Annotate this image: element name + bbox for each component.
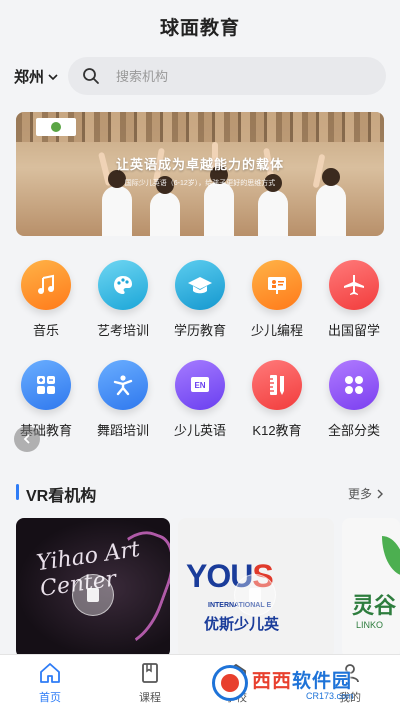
banner-subline: 国际少儿英语（6-12岁），给孩子更好的思维方式 bbox=[124, 180, 276, 187]
promo-banner[interactable]: 让英语成为卓越能力的载体 国际少儿英语（6-12岁），给孩子更好的思维方式 bbox=[16, 112, 384, 236]
presentation-board-icon bbox=[252, 260, 302, 310]
site-watermark: 西西软件园 CR173.com bbox=[212, 660, 384, 706]
category-label: 出国留学 bbox=[327, 323, 380, 338]
category-music[interactable]: 音乐 bbox=[7, 260, 85, 339]
card-brand: 灵谷 bbox=[352, 593, 397, 618]
search-row: 郑州 bbox=[0, 56, 400, 98]
section-title: VR看机构 bbox=[26, 488, 97, 505]
category-kids-english[interactable]: EN 少儿英语 bbox=[161, 360, 239, 439]
dancer-icon bbox=[98, 360, 148, 410]
ruler-pen-icon bbox=[252, 360, 302, 410]
watermark-url: CR173.com bbox=[306, 690, 354, 701]
category-label: 少儿编程 bbox=[250, 323, 303, 338]
leaf-logo bbox=[382, 536, 400, 576]
en-book-icon: EN bbox=[175, 360, 225, 410]
category-label: K12教育 bbox=[252, 423, 302, 438]
card-cn-name: 优斯少儿英 bbox=[204, 616, 280, 633]
category-label: 音乐 bbox=[32, 323, 59, 338]
vr-card[interactable]: Yihao Art Center bbox=[16, 518, 170, 658]
banner-kid bbox=[150, 176, 180, 236]
tab-label: 课程 bbox=[139, 692, 161, 704]
category-dance-training[interactable]: 舞蹈培训 bbox=[84, 360, 162, 439]
tab-home[interactable]: 首页 bbox=[10, 661, 90, 705]
category-all[interactable]: 全部分类 bbox=[315, 360, 393, 439]
book-icon bbox=[142, 663, 158, 683]
vr-card[interactable]: YOUS INTERNATIONAL E 优斯少儿英 bbox=[178, 518, 334, 658]
category-degree-education[interactable]: 学历教育 bbox=[161, 260, 239, 339]
page-title: 球面教育 bbox=[159, 17, 240, 39]
palette-icon bbox=[98, 260, 148, 310]
category-label: 少儿英语 bbox=[173, 423, 226, 438]
banner-kid bbox=[258, 174, 288, 236]
more-label: 更多 bbox=[347, 487, 372, 501]
category-art-exam[interactable]: 艺考培训 bbox=[84, 260, 162, 339]
tab-label: 首页 bbox=[39, 692, 61, 704]
home-icon bbox=[40, 663, 60, 683]
category-k12[interactable]: K12教育 bbox=[238, 360, 316, 439]
play-icon[interactable] bbox=[234, 574, 276, 616]
vr-section-header: VR看机构 更多 bbox=[0, 480, 400, 506]
banner-logo bbox=[36, 118, 76, 136]
search-icon bbox=[83, 68, 99, 84]
calculator-icon bbox=[21, 360, 71, 410]
watermark-text: 西西软件园 CR173.com bbox=[252, 666, 354, 701]
category-kids-coding[interactable]: 少儿编程 bbox=[238, 260, 316, 339]
chevron-right-icon bbox=[377, 489, 383, 498]
chevron-left-icon bbox=[23, 434, 30, 444]
airplane-icon bbox=[329, 260, 379, 310]
vr-card[interactable]: 灵谷 LINKO bbox=[342, 518, 400, 658]
tab-courses[interactable]: 课程 bbox=[110, 661, 190, 705]
category-label: 全部分类 bbox=[327, 423, 380, 438]
category-label: 艺考培训 bbox=[96, 323, 149, 338]
category-label: 学历教育 bbox=[173, 323, 226, 338]
banner-headline: 让英语成为卓越能力的载体 bbox=[115, 157, 284, 172]
category-study-abroad[interactable]: 出国留学 bbox=[315, 260, 393, 339]
music-note-icon bbox=[21, 260, 71, 310]
svg-text:EN: EN bbox=[194, 381, 205, 390]
watermark-logo-icon bbox=[212, 665, 248, 701]
card-sub: LINKO bbox=[356, 620, 384, 630]
banner-kid bbox=[204, 166, 234, 236]
banner-kid bbox=[316, 168, 346, 236]
city-label: 郑州 bbox=[14, 69, 45, 86]
play-icon[interactable] bbox=[72, 574, 114, 616]
watermark-text-b: 软件园 bbox=[292, 670, 353, 692]
graduation-cap-icon bbox=[175, 260, 225, 310]
city-selector[interactable]: 郑州 bbox=[14, 66, 58, 87]
section-accent-bar bbox=[16, 484, 19, 500]
search-bar[interactable] bbox=[68, 57, 386, 95]
category-label: 舞蹈培训 bbox=[96, 423, 149, 438]
banner-kid bbox=[102, 170, 132, 236]
app-header: 球面教育 bbox=[0, 0, 400, 52]
search-input[interactable] bbox=[116, 68, 336, 84]
more-link[interactable]: 更多 bbox=[348, 485, 384, 502]
grid-dots-icon bbox=[329, 360, 379, 410]
category-basic-education[interactable]: 基础教育 bbox=[7, 360, 85, 439]
watermark-text-a: 西西 bbox=[252, 670, 293, 692]
carousel-prev-button[interactable] bbox=[14, 426, 40, 452]
chevron-down-icon bbox=[48, 73, 58, 80]
